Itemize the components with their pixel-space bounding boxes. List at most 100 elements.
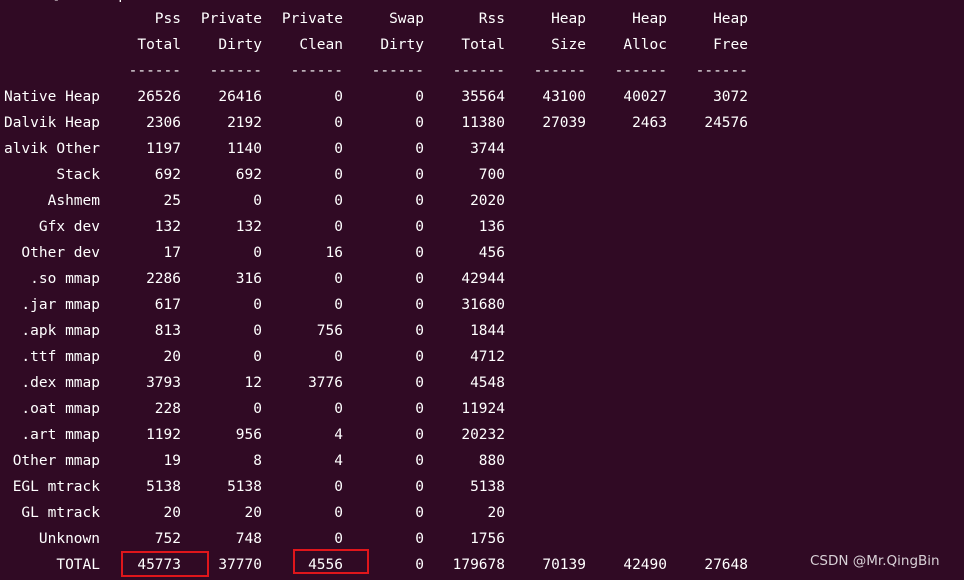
table-row-label: EGL mtrack xyxy=(12,479,100,495)
table-row-heap-alloc xyxy=(596,214,667,240)
table-row-private-dirty: 692 xyxy=(235,167,262,183)
table-row: .dex mmap 3793 12 3776 0 4548 xyxy=(0,370,964,396)
table-row-pss-total: 19 xyxy=(163,453,181,469)
table-row-swap-dirty: 0 xyxy=(415,115,424,131)
table-row-rss-total: 20 xyxy=(487,505,505,521)
table-row-heap-size xyxy=(515,500,586,526)
table-row-rss-total: 11380 xyxy=(461,115,505,131)
header-separator: ------ ------ ------ ------ ------ ------ ----… xyxy=(0,58,964,84)
table-row: Native Heap 26526 26416 0 0 35564 43100 40027 30… xyxy=(0,84,964,110)
table-row-private-clean: 4 xyxy=(334,427,343,443)
table-row-heap-free xyxy=(677,214,748,240)
table-row-heap-free xyxy=(677,266,748,292)
table-row-private-clean: 4556 xyxy=(308,557,343,573)
table-row-heap-alloc xyxy=(596,266,667,292)
table-row-private-clean: 756 xyxy=(316,323,343,339)
table-row-label: Gfx dev xyxy=(38,219,100,235)
table-row-heap-alloc xyxy=(596,162,667,188)
table-row-pss-total: 617 xyxy=(154,297,181,313)
table-row: .oat mmap 228 0 0 0 11924 xyxy=(0,396,964,422)
table-row-heap-alloc xyxy=(596,344,667,370)
header-line-1-private-dirty: Private xyxy=(200,11,262,27)
table-row-private-clean: 0 xyxy=(334,219,343,235)
table-row-pss-total: 1192 xyxy=(146,427,181,443)
header-line-1-rss-total: Rss xyxy=(478,11,505,27)
table-row: GL mtrack 20 20 0 0 20 xyxy=(0,500,964,526)
table-row-heap-free xyxy=(677,448,748,474)
table-row: .apk mmap 813 0 756 0 1844 xyxy=(0,318,964,344)
header-line-2-heap-free: Free xyxy=(713,37,748,53)
table-row-heap-alloc xyxy=(596,448,667,474)
header-line-1-label xyxy=(0,6,100,32)
table-row-rss-total: 1756 xyxy=(470,531,505,547)
table-row-rss-total: 179678 xyxy=(452,557,505,573)
table-row-swap-dirty: 0 xyxy=(415,453,424,469)
table-row-heap-alloc: 2463 xyxy=(632,115,667,131)
header-line-2-pss-total: Total xyxy=(137,37,181,53)
header-line-1-heap-size: Heap xyxy=(551,11,586,27)
table-row-heap-size xyxy=(515,526,586,552)
table-row-private-clean: 0 xyxy=(334,505,343,521)
header-line-2-private-clean: Clean xyxy=(299,37,343,53)
table-row-heap-free xyxy=(677,474,748,500)
table-row-swap-dirty: 0 xyxy=(415,167,424,183)
table-row-label: Ashmem xyxy=(47,193,100,209)
table-row-label: .dex mmap xyxy=(21,375,100,391)
table-row-pss-total: 132 xyxy=(154,219,181,235)
header-line-2-heap-size: Size xyxy=(551,37,586,53)
table-row-private-dirty: 37770 xyxy=(218,557,262,573)
table-row-heap-free xyxy=(677,136,748,162)
table-row-pss-total: 3793 xyxy=(146,375,181,391)
table-row-private-clean: 0 xyxy=(334,349,343,365)
table-row-private-clean: 0 xyxy=(334,89,343,105)
table-row-heap-free: 24576 xyxy=(704,115,748,131)
table-row-rss-total: 35564 xyxy=(461,89,505,105)
table-row-heap-alloc: 42490 xyxy=(623,557,667,573)
table-row-rss-total: 31680 xyxy=(461,297,505,313)
table-row-heap-alloc xyxy=(596,526,667,552)
table-row-heap-alloc xyxy=(596,500,667,526)
header-line-2-label xyxy=(0,32,100,58)
table-row-private-dirty: 0 xyxy=(253,193,262,209)
table-row-heap-alloc xyxy=(596,370,667,396)
watermark: CSDN @Mr.QingBin xyxy=(810,553,940,569)
table-row-private-dirty: 956 xyxy=(235,427,262,443)
header-line-2-private-dirty: Dirty xyxy=(218,37,262,53)
header-line-1-pss-total: Pss xyxy=(154,11,181,27)
table-row-private-dirty: 1140 xyxy=(227,141,262,157)
table-row-label: Other dev xyxy=(21,245,100,261)
table-row-heap-size xyxy=(515,474,586,500)
table-row-heap-alloc xyxy=(596,240,667,266)
table-row-heap-size: 43100 xyxy=(542,89,586,105)
table-row-private-dirty: 316 xyxy=(235,271,262,287)
table-row-heap-free xyxy=(677,318,748,344)
table-row-rss-total: 456 xyxy=(478,245,505,261)
table-row-private-dirty: 0 xyxy=(253,245,262,261)
table-row: EGL mtrack 5138 5138 0 0 5138 xyxy=(0,474,964,500)
table-row-private-dirty: 0 xyxy=(253,323,262,339)
table-row-heap-alloc xyxy=(596,188,667,214)
table-row-label: TOTAL xyxy=(56,557,100,573)
terminal-window[interactable]: ] q J J PssPrivatePrivateSwapRssHeapHeap… xyxy=(0,0,964,580)
table-row-rss-total: 3744 xyxy=(470,141,505,157)
table-row-private-dirty: 12 xyxy=(244,375,262,391)
header-separator-private-clean: ------ xyxy=(290,63,343,79)
table-row-heap-size xyxy=(515,240,586,266)
header-separator-pss-total: ------ xyxy=(128,63,181,79)
table-row-label: .jar mmap xyxy=(21,297,100,313)
table-row-heap-size xyxy=(515,266,586,292)
table-row-private-dirty: 5138 xyxy=(227,479,262,495)
table-row-rss-total: 880 xyxy=(478,453,505,469)
table-row-swap-dirty: 0 xyxy=(415,479,424,495)
table-row-private-dirty: 132 xyxy=(235,219,262,235)
table-row-rss-total: 1844 xyxy=(470,323,505,339)
table-row-heap-size xyxy=(515,162,586,188)
table-row: .art mmap 1192 956 4 0 20232 xyxy=(0,422,964,448)
table-row-heap-free xyxy=(677,344,748,370)
table-row-label: Other mmap xyxy=(12,453,100,469)
table-row-pss-total: 228 xyxy=(154,401,181,417)
table-row-private-dirty: 20 xyxy=(244,505,262,521)
header-separator-heap-alloc: ------ xyxy=(614,63,667,79)
table-row-swap-dirty: 0 xyxy=(415,505,424,521)
table-row-swap-dirty: 0 xyxy=(415,297,424,313)
